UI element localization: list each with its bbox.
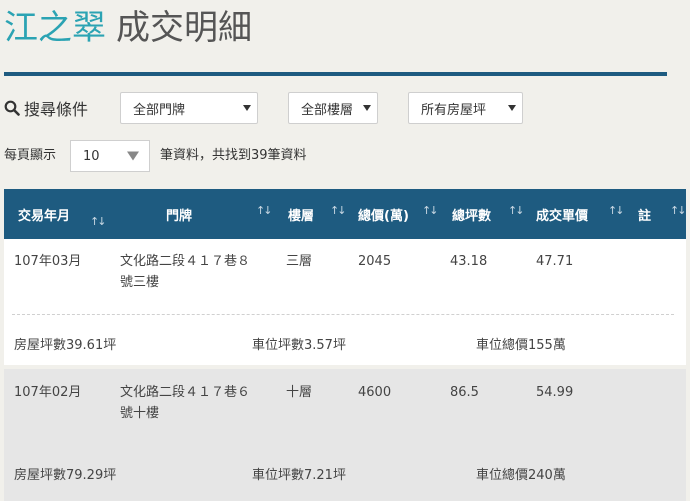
parking-price: 車位總價240萬 [476, 468, 566, 483]
page-title: 江之翠 成交明細 [4, 4, 252, 52]
house-size-filter-select[interactable]: 所有房屋坪 [408, 92, 523, 124]
parking-area: 車位坪數3.57坪 [252, 338, 346, 353]
column-header-floor[interactable]: 樓層 [288, 189, 314, 239]
chevron-down-icon [127, 151, 139, 161]
chevron-down-icon [508, 105, 516, 111]
chevron-down-icon [243, 105, 251, 111]
table-row: 107年03月 文化路二段４１７巷８ 號三樓 三層 2045 43.18 47.… [4, 239, 686, 365]
house-area: 房屋坪數39.61坪 [14, 338, 117, 353]
project-name: 江之翠 [4, 8, 106, 48]
search-icon [4, 100, 20, 116]
cell-floor: 十層 [286, 385, 313, 400]
house-area: 房屋坪數79.29坪 [14, 468, 117, 483]
chevron-down-icon [363, 105, 371, 111]
page-subtitle: 成交明細 [116, 8, 252, 48]
column-header-total-price[interactable]: 總價(萬) [358, 189, 409, 239]
table-header: 交易年月 ↑↓ 門牌 ↑↓ 樓層 ↑↓ 總價(萬) ↑↓ 總坪數 ↑↓ 成交單價… [4, 189, 687, 239]
cell-total-area: 86.5 [450, 385, 479, 400]
table-row: 107年02月 文化路二段４１７巷６ 號十樓 十層 4600 86.5 54.9… [4, 369, 686, 501]
column-header-address[interactable]: 門牌 [166, 189, 192, 239]
floor-filter-select[interactable]: 全部樓層 [288, 92, 378, 124]
result-count: 筆資料，共找到39筆資料 [160, 148, 307, 163]
column-header-date[interactable]: 交易年月 [18, 189, 70, 239]
door-filter-select[interactable]: 全部門牌 [120, 92, 258, 124]
per-page-select[interactable]: 10 [70, 140, 150, 172]
sort-icon[interactable]: ↑↓ [90, 216, 107, 228]
title-divider [4, 72, 667, 76]
per-page-value: 10 [83, 148, 100, 164]
cell-address: 文化路二段４１７巷６ 號十樓 [120, 385, 251, 421]
column-header-note[interactable]: 註 [638, 189, 651, 239]
cell-floor: 三層 [286, 254, 313, 269]
sort-icon[interactable]: ↑↓ [256, 205, 273, 217]
cell-total-area: 43.18 [450, 254, 488, 269]
sort-icon[interactable]: ↑↓ [670, 205, 687, 217]
cell-total-price: 2045 [358, 254, 392, 269]
door-filter-value: 全部門牌 [133, 102, 186, 118]
cell-unit-price: 54.99 [536, 385, 574, 400]
house-size-filter-value: 所有房屋坪 [421, 102, 487, 118]
floor-filter-value: 全部樓層 [301, 102, 354, 118]
parking-area: 車位坪數7.21坪 [252, 468, 346, 483]
sort-icon[interactable]: ↑↓ [422, 205, 439, 217]
column-header-total-area[interactable]: 總坪數 [452, 189, 491, 239]
sort-icon[interactable]: ↑↓ [508, 205, 525, 217]
cell-date: 107年02月 [14, 385, 82, 400]
search-conditions: 搜尋條件 [4, 96, 88, 120]
column-header-unit-price[interactable]: 成交單價 [536, 189, 588, 239]
cell-unit-price: 47.71 [536, 254, 574, 269]
sort-icon[interactable]: ↑↓ [608, 205, 625, 217]
cell-date: 107年03月 [14, 254, 82, 269]
parking-price: 車位總價155萬 [476, 338, 566, 353]
cell-total-price: 4600 [358, 385, 392, 400]
per-page-label: 每頁顯示 [4, 148, 57, 163]
search-label: 搜尋條件 [24, 100, 89, 119]
sort-icon[interactable]: ↑↓ [330, 205, 347, 217]
row-divider [12, 314, 674, 315]
cell-address: 文化路二段４１７巷８ 號三樓 [120, 254, 251, 290]
